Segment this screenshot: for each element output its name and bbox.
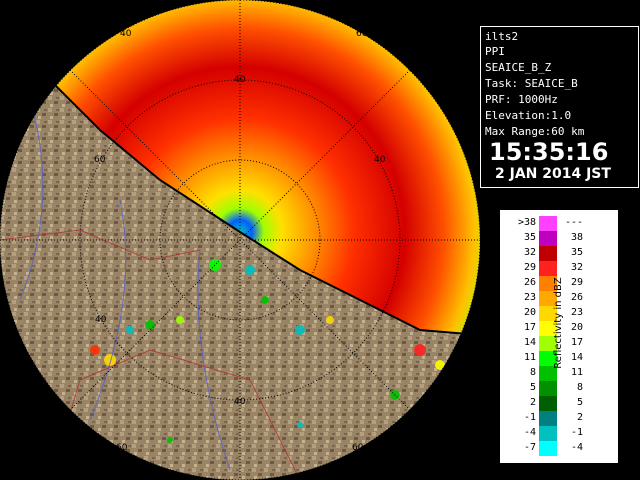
legend-min-value: 8 (529, 367, 536, 378)
legend-color-swatch (539, 396, 557, 411)
task-name: Task: SEAICE_B (485, 77, 578, 90)
legend-max-value: -4 (570, 442, 583, 453)
legend-min-value: 32 (523, 247, 536, 258)
legend-row: -4 -1 (500, 426, 618, 441)
scan-time: 15:35:16 (489, 138, 609, 166)
legend-axis-label: Reflectivity in dBZ (553, 277, 564, 369)
legend-min-value: 14 (523, 337, 536, 348)
ring-label: 40 (95, 315, 107, 325)
radar-image: 40 60 40 40 60 40 40 60 60 (0, 0, 480, 480)
legend-row: -7 -4 (500, 441, 618, 456)
legend-max-value: 38 (570, 232, 583, 243)
ring-label: 60 (352, 443, 364, 453)
legend-row: 25 (500, 396, 618, 411)
legend-color-swatch (539, 426, 557, 441)
legend-min-value: 35 (523, 232, 536, 243)
legend-row: 35 38 (500, 231, 618, 246)
legend-row: >38 --- (500, 216, 618, 231)
max-range-value: Max Range:60 km (485, 125, 585, 138)
legend-min-value: 23 (523, 292, 536, 303)
product-name: SEAICE_B_Z (485, 61, 552, 74)
prf-value: PRF: 1000Hz (485, 93, 558, 106)
legend-max-value: 2 (576, 412, 583, 423)
radar-ppi-display[interactable]: 40 60 40 40 60 40 40 60 60 (0, 0, 480, 480)
legend-color-swatch (539, 441, 557, 456)
legend-min-value: 20 (523, 307, 536, 318)
legend-min-value: -7 (523, 442, 536, 453)
legend-min-value: 5 (529, 382, 536, 393)
elevation-value: Elevation:1.0 (485, 109, 572, 122)
legend-min-value: 11 (523, 352, 536, 363)
legend-min-value: 17 (523, 322, 536, 333)
ring-label: 40 (374, 155, 386, 165)
legend-min-value: >38 (517, 217, 536, 228)
legend-min-value: 2 (529, 397, 536, 408)
legend-min-value: -1 (523, 412, 536, 423)
legend-color-swatch (539, 411, 557, 426)
ring-label: 60 (116, 443, 128, 453)
legend-min-value: 29 (523, 262, 536, 273)
reflectivity-legend: >38 --- 35 38 32 35 29 32 26 29 23 26 20 23 17 20 14 17 11… (500, 210, 618, 463)
ring-label: 40 (120, 29, 132, 39)
scan-info-panel: ilts2 PPI SEAICE_B_Z Task: SEAICE_B PRF:… (480, 26, 639, 188)
ring-label: 60 (356, 29, 368, 39)
ring-label: 40 (234, 397, 246, 407)
legend-max-value: 5 (576, 397, 583, 408)
legend-max-value: -1 (570, 427, 583, 438)
legend-min-value: -4 (523, 427, 536, 438)
scan-date: 2 JAN 2014 JST (495, 166, 611, 182)
scan-type: PPI (485, 45, 505, 58)
radar-name: ilts2 (485, 30, 519, 43)
legend-color-swatch (539, 216, 557, 231)
ring-label: 60 (94, 155, 106, 165)
legend-min-value: 26 (523, 277, 536, 288)
legend-color-swatch (539, 231, 557, 246)
legend-max-value: --- (564, 217, 583, 228)
legend-row: -1 2 (500, 411, 618, 426)
ring-label: 40 (234, 75, 246, 85)
